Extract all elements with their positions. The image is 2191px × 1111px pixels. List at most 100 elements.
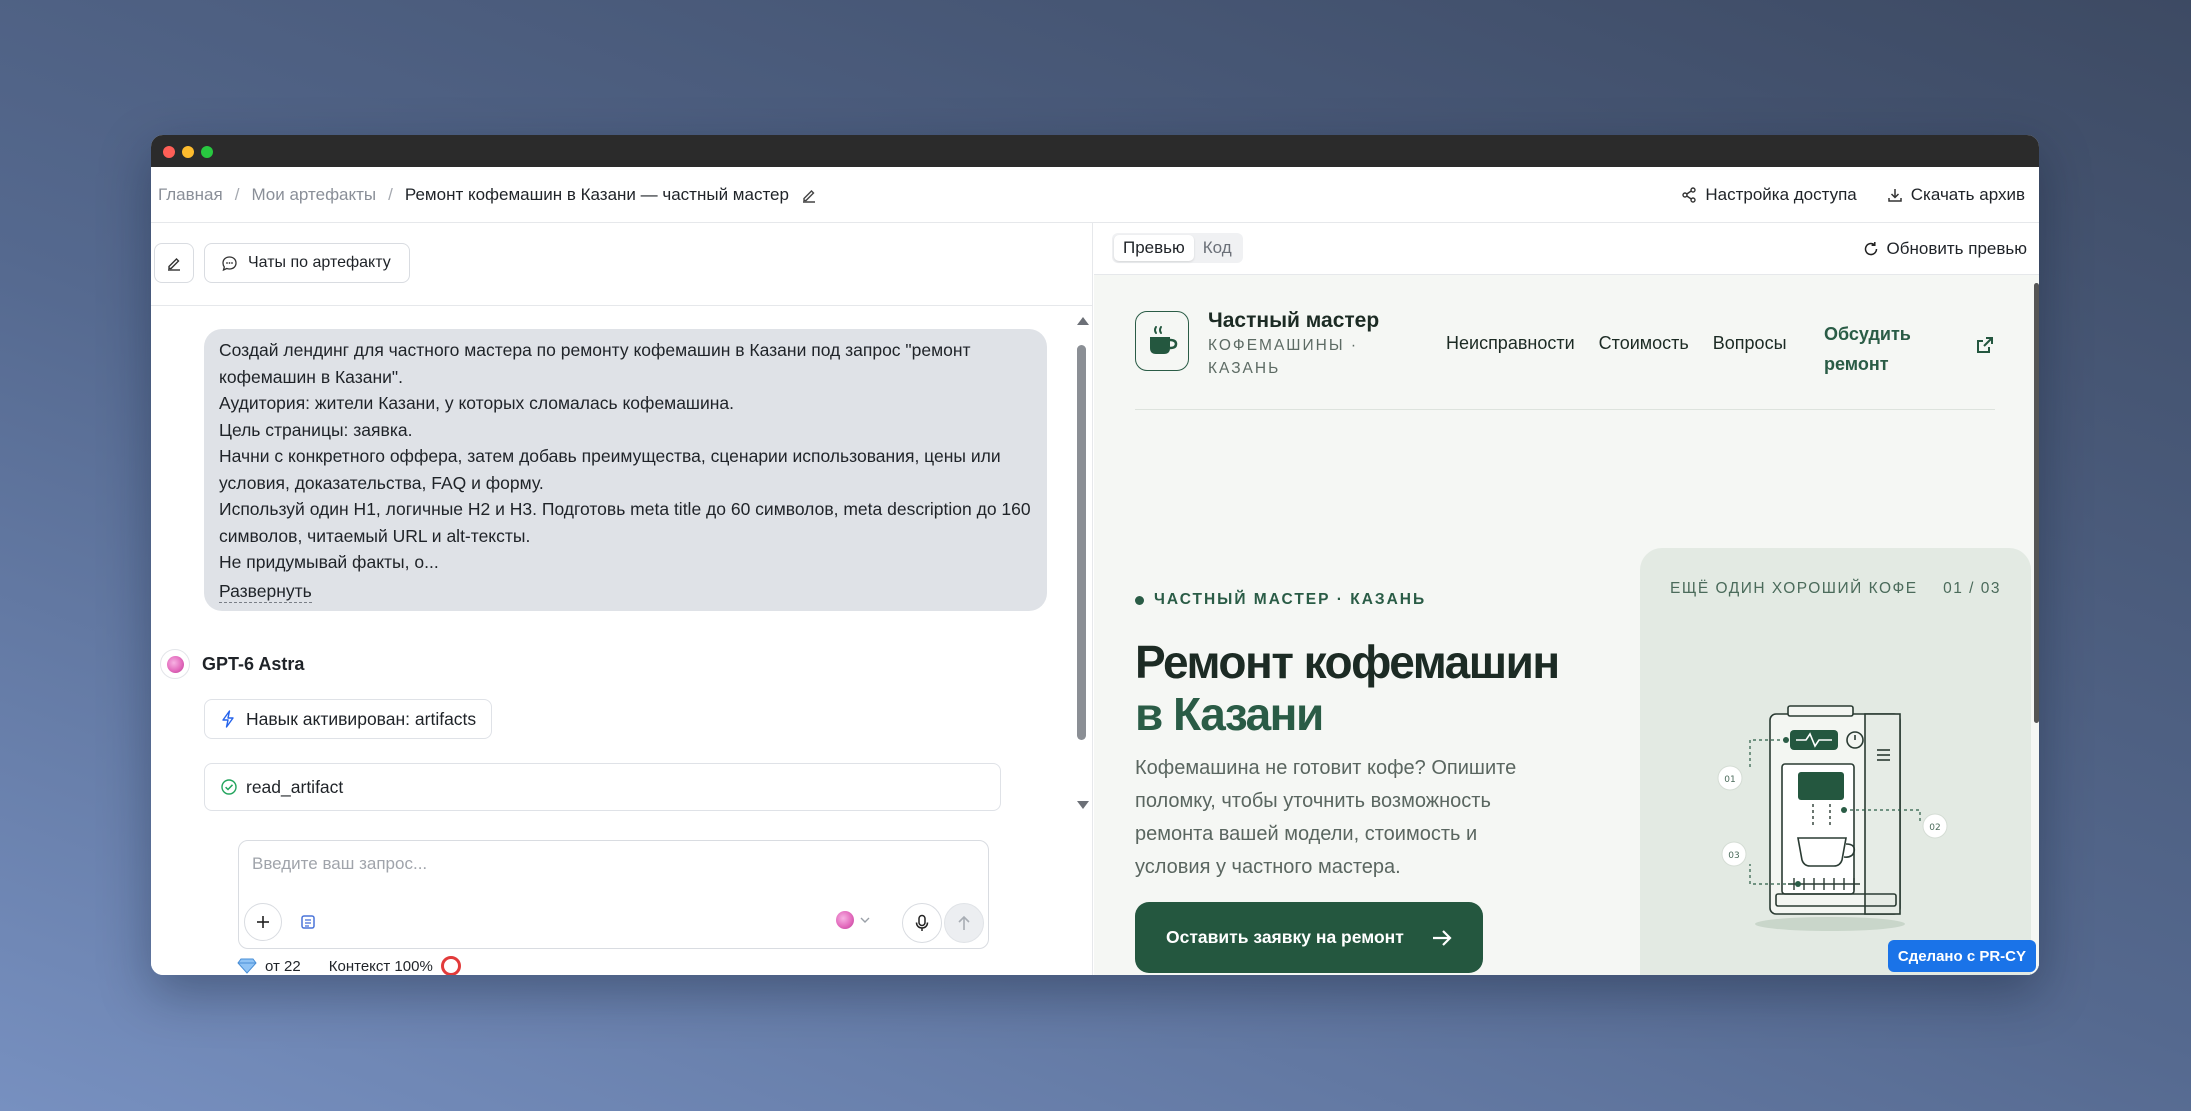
top-bar: Главная / Мои артефакты / Ремонт кофемаш… [151,167,2039,223]
visual-card-label: ЕЩЁ ОДИН ХОРОШИЙ КОФЕ [1670,580,1918,597]
eyebrow-bullet [1135,595,1144,605]
scroll-thumb[interactable] [1077,345,1086,740]
hero-eyebrow: ЧАСТНЫЙ МАСТЕР · КАЗАНЬ [1135,591,1426,609]
check-circle-icon [221,779,237,795]
site-nav: Неисправности Стоимость Вопросы [1446,333,1787,354]
message-line: Создай лендинг для частного мастера по р… [219,340,971,387]
message-line: Не придумывай факты, о... [219,552,439,572]
coffee-machine-illustration: 01 02 03 [1717,705,1948,931]
share-icon [1682,187,1697,203]
leave-request-button[interactable]: Оставить заявку на ремонт [1135,902,1483,973]
refresh-preview-button[interactable]: Обновить превью [1863,223,2027,275]
tab-preview[interactable]: Превью [1114,235,1194,261]
preview-toolbar: Превью Код Обновить превью [1094,223,2039,275]
astra-logo-icon [836,911,854,929]
context-ring-icon [440,956,461,975]
user-message: Создай лендинг для частного мастера по р… [204,329,1047,611]
assistant-avatar [160,649,190,679]
assistant-name: GPT-6 Astra [202,653,305,674]
rename-pencil-icon[interactable] [801,187,817,203]
cost-label: от 22 [265,957,301,975]
top-actions: Настройка доступа Скачать архив [1681,167,2025,223]
preview-panel: Превью Код Обновить превью Частный масте… [1094,223,2039,975]
window-titlebar [151,135,2039,167]
access-settings-button[interactable]: Настройка доступа [1681,185,1857,205]
arrow-up-icon [958,915,970,930]
prompt-library-button[interactable] [297,911,319,933]
site-header: Частный мастер КОФЕМАШИНЫ · КАЗАНЬ Неисп… [1135,275,1995,410]
site-logo[interactable] [1135,311,1189,371]
plus-icon [257,916,269,928]
artifact-chats-button[interactable]: Чаты по артефакту [204,243,410,283]
view-tabs: Превью Код [1112,233,1243,263]
callout-02: 02 [1929,823,1940,833]
message-line: Цель страницы: заявка. [219,419,413,440]
app-window: Главная / Мои артефакты / Ремонт кофемаш… [151,135,2039,975]
breadcrumb-separator: / [388,185,393,204]
prompt-input[interactable] [252,849,952,879]
usage-stats: от 22 Контекст 100% [237,956,461,975]
chat-toolbar: Чаты по артефакту [151,223,1092,306]
callout-01: 01 [1724,775,1735,785]
site-brand-name: Частный мастер [1208,309,1380,332]
message-line: Аудитория: жители Казани, у которых слом… [219,393,735,413]
hero-title: Ремонт кофемашин в Казани [1135,636,1595,740]
download-archive-button[interactable]: Скачать архив [1887,185,2025,205]
skill-activated-chip[interactable]: Навык активирован: artifacts [204,699,493,739]
tab-code[interactable]: Код [1194,235,1241,261]
message-line: Начни с конкретного оффера, затем добавь… [219,446,1001,493]
model-selector[interactable] [836,911,870,929]
site-brand-subtitle: КОФЕМАШИНЫ · КАЗАНЬ [1208,337,1359,377]
tool-call-row[interactable]: read_artifact [204,763,1001,811]
access-settings-label: Настройка доступа [1705,185,1857,204]
external-link-icon[interactable] [1975,335,1995,355]
visual-card-counter: 01 / 03 [1943,580,2001,597]
leave-request-label: Оставить заявку на ремонт [1166,927,1404,947]
breadcrumb-home[interactable]: Главная [158,185,223,205]
callout-03: 03 [1728,851,1739,861]
pencil-icon [168,258,180,271]
nav-item-pricing[interactable]: Стоимость [1599,333,1689,354]
lightning-icon [222,710,234,728]
discuss-repair-link[interactable]: Обсудить ремонт [1824,319,1934,379]
artifact-chats-label: Чаты по артефакту [248,254,391,271]
breadcrumb: Главная / Мои артефакты / Ремонт кофемаш… [158,167,817,223]
breadcrumb-separator: / [234,185,240,204]
astra-logo-icon [166,655,184,673]
scroll-down-arrow-icon[interactable] [1077,801,1089,809]
made-with-badge[interactable]: Сделано с PR-CY [1887,940,2036,972]
hero-title-main: Ремонт кофемашин [1135,636,1560,688]
microphone-icon [915,914,929,931]
coffee-cup-icon [1150,326,1178,354]
skill-label: Навык активирован: artifacts [246,708,477,729]
nav-item-faults[interactable]: Неисправности [1446,333,1575,354]
maximize-window-button[interactable] [201,146,213,158]
document-icon [301,915,315,929]
minimize-window-button[interactable] [182,146,194,158]
breadcrumb-artifacts[interactable]: Мои артефакты [251,185,376,205]
chat-bubble-icon [222,255,237,271]
diamond-icon [237,958,257,974]
assistant-header: GPT-6 Astra [160,649,304,679]
tool-call-label: read_artifact [246,776,344,797]
arrow-right-icon [1433,929,1452,946]
site-preview: Частный мастер КОФЕМАШИНЫ · КАЗАНЬ Неисп… [1094,275,2039,975]
chat-scrollbar[interactable] [1075,309,1089,809]
close-window-button[interactable] [163,146,175,158]
voice-input-button[interactable] [902,903,942,943]
expand-message-link[interactable]: Развернуть [219,580,312,603]
chevron-down-icon [860,917,870,923]
hero-visual-card: ЕЩЁ ОДИН ХОРОШИЙ КОФЕ 01 / 03 01 02 03 [1640,548,2031,975]
chat-panel: Чаты по артефакту Создай лендинг для час… [151,223,1093,975]
hero-description: Кофемашина не готовит кофе? Опишите поло… [1135,757,1517,878]
edit-button[interactable] [154,243,194,283]
message-line: Используй один H1, логичные H2 и H3. Под… [219,499,1031,546]
attach-plus-button[interactable] [244,903,282,941]
preview-scrollbar[interactable] [2034,283,2039,723]
refresh-preview-label: Обновить превью [1886,239,2027,258]
scroll-up-arrow-icon[interactable] [1077,317,1089,325]
nav-item-faq[interactable]: Вопросы [1713,333,1787,354]
breadcrumb-current: Ремонт кофемашин в Казани — частный маст… [404,185,789,204]
send-button[interactable] [944,903,984,943]
message-composer [238,840,989,949]
